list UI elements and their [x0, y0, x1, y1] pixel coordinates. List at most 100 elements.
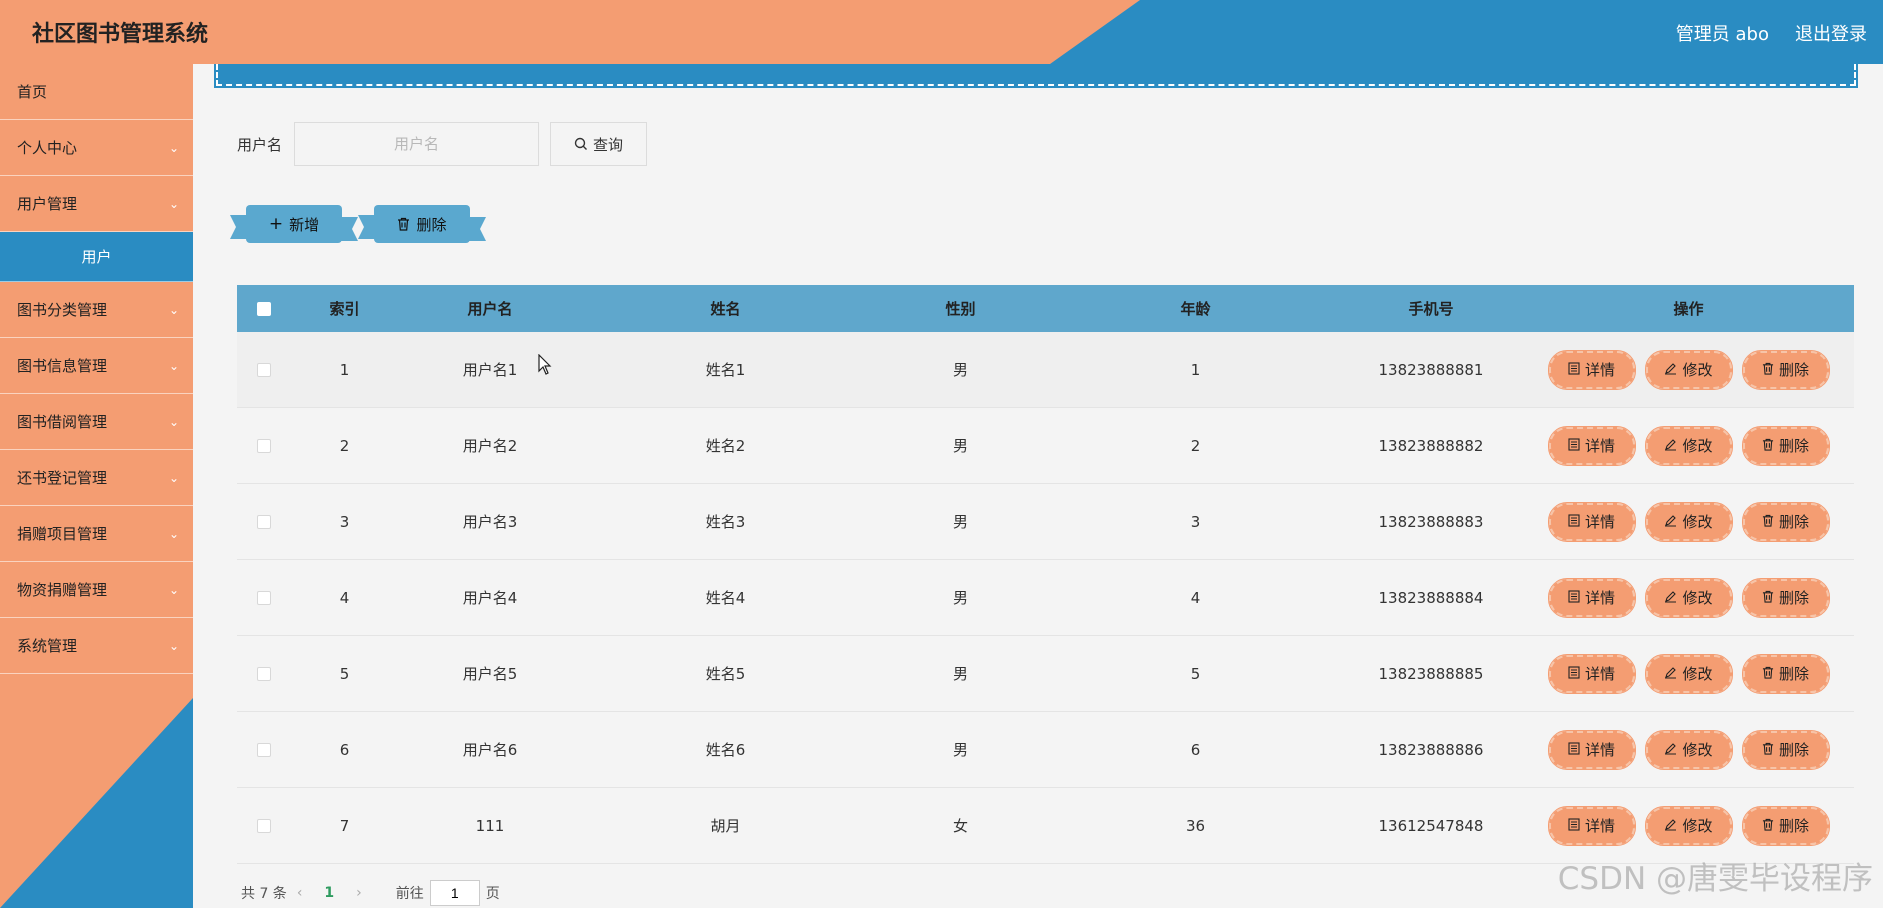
detail-button[interactable]: 详情 — [1547, 653, 1636, 694]
plus-icon: + — [268, 214, 284, 234]
sidebar-item[interactable]: 用户管理 ⌄ — [0, 176, 193, 232]
sidebar-item[interactable]: 物资捐赠管理 ⌄ — [0, 562, 193, 618]
detail-label: 详情 — [1584, 361, 1615, 379]
sidebar-item-label: 首页 — [17, 83, 48, 101]
cell-ops: 详情 修改 删除 — [1523, 501, 1854, 542]
trash-icon — [1762, 437, 1774, 455]
edit-button[interactable]: 修改 — [1644, 729, 1733, 770]
sidebar-item[interactable]: 图书分类管理 ⌄ — [0, 282, 193, 338]
logout-link[interactable]: 退出登录 — [1795, 20, 1867, 46]
row-checkbox[interactable] — [257, 362, 271, 377]
sidebar-item[interactable]: 捐赠项目管理 ⌄ — [0, 506, 193, 562]
batch-delete-button[interactable]: 删除 — [374, 205, 470, 243]
delete-label: 删除 — [1778, 513, 1809, 531]
edit-button[interactable]: 修改 — [1644, 805, 1733, 846]
trash-icon — [398, 217, 410, 231]
next-page-icon[interactable]: › — [356, 885, 362, 901]
table-row: 5 用户名5 姓名5 男 5 13823888885 详情 修改 删除 — [237, 636, 1854, 712]
table-row: 1 用户名1 姓名1 男 1 13823888881 详情 修改 删除 — [237, 332, 1854, 408]
cell-username: 用户名1 — [462, 361, 518, 379]
cell-phone: 13823888885 — [1378, 664, 1484, 683]
delete-button[interactable]: 删除 — [1741, 729, 1830, 770]
row-checkbox[interactable] — [257, 514, 271, 529]
row-checkbox[interactable] — [257, 818, 271, 833]
cell-index: 1 — [339, 360, 350, 379]
trash-icon — [1762, 513, 1774, 531]
pencil-icon — [1664, 361, 1677, 379]
delete-button[interactable]: 删除 — [1741, 349, 1830, 390]
edit-label: 修改 — [1682, 437, 1713, 455]
cell-name: 姓名5 — [705, 665, 746, 683]
row-checkbox[interactable] — [257, 438, 271, 453]
detail-button[interactable]: 详情 — [1547, 425, 1636, 466]
sidebar: 首页 个人中心 ⌄ 用户管理 ⌄ 用户 图书分类管理 ⌄ 图书信息管理 ⌄ 图书借阅管理 ⌄ 还书登记管… — [0, 64, 193, 908]
sidebar-item-label: 用户管理 — [17, 195, 78, 213]
edit-label: 修改 — [1682, 513, 1713, 531]
edit-button[interactable]: 修改 — [1644, 349, 1733, 390]
detail-label: 详情 — [1584, 817, 1615, 835]
cell-gender: 女 — [952, 817, 968, 835]
detail-button[interactable]: 详情 — [1547, 501, 1636, 542]
detail-button[interactable]: 详情 — [1547, 349, 1636, 390]
cell-index: 3 — [339, 512, 350, 531]
admin-user-label[interactable]: 管理员 abo — [1676, 20, 1769, 46]
delete-label: 删除 — [1778, 665, 1809, 683]
detail-button[interactable]: 详情 — [1547, 805, 1636, 846]
sidebar-item-label: 捐赠项目管理 — [17, 525, 108, 543]
search-label: 用户名 — [237, 135, 283, 154]
header-username: 用户名 — [467, 300, 513, 318]
search-icon — [574, 137, 587, 150]
edit-button[interactable]: 修改 — [1644, 501, 1733, 542]
row-checkbox[interactable] — [257, 590, 271, 605]
query-button-label: 查询 — [593, 135, 624, 154]
cell-ops: 详情 修改 删除 — [1523, 577, 1854, 618]
trash-icon — [1762, 741, 1774, 759]
header-gender: 性别 — [945, 300, 976, 318]
delete-button[interactable]: 删除 — [1741, 425, 1830, 466]
chevron-down-icon: ⌄ — [168, 141, 179, 155]
query-button[interactable]: 查询 — [550, 122, 648, 166]
detail-label: 详情 — [1584, 513, 1615, 531]
sidebar-item[interactable]: 图书信息管理 ⌄ — [0, 338, 193, 394]
detail-button[interactable]: 详情 — [1547, 729, 1636, 770]
delete-button[interactable]: 删除 — [1741, 501, 1830, 542]
sidebar-item[interactable]: 首页 — [0, 64, 193, 120]
sidebar-item[interactable]: 还书登记管理 ⌄ — [0, 450, 193, 506]
document-icon — [1568, 361, 1580, 379]
delete-button[interactable]: 删除 — [1741, 653, 1830, 694]
select-all-checkbox[interactable] — [257, 301, 271, 316]
current-page[interactable]: 1 — [324, 885, 334, 901]
edit-button[interactable]: 修改 — [1644, 577, 1733, 618]
sidebar-item[interactable]: 个人中心 ⌄ — [0, 120, 193, 176]
chevron-down-icon: ⌄ — [168, 303, 179, 317]
sidebar-item[interactable]: 系统管理 ⌄ — [0, 618, 193, 674]
delete-button[interactable]: 删除 — [1741, 577, 1830, 618]
cell-phone: 13823888886 — [1378, 740, 1484, 759]
delete-label: 删除 — [1778, 741, 1809, 759]
header-user-area: 管理员 abo 退出登录 — [1676, 20, 1867, 46]
cell-gender: 男 — [952, 665, 968, 683]
cell-name: 姓名4 — [705, 589, 746, 607]
edit-button[interactable]: 修改 — [1644, 425, 1733, 466]
goto-page-input[interactable] — [429, 880, 480, 906]
delete-label: 删除 — [1778, 589, 1809, 607]
cell-gender: 男 — [952, 513, 968, 531]
header-age: 年龄 — [1180, 300, 1211, 318]
sidebar-menu: 首页 个人中心 ⌄ 用户管理 ⌄ 用户 图书分类管理 ⌄ 图书信息管理 ⌄ 图书借阅管理 ⌄ 还书登记管… — [0, 64, 193, 674]
username-search-input[interactable] — [294, 122, 540, 166]
pagination: 共 7 条 ‹ 1 › 前往 页 — [241, 880, 500, 906]
prev-page-icon[interactable]: ‹ — [297, 885, 303, 901]
row-checkbox[interactable] — [257, 666, 271, 681]
row-checkbox[interactable] — [257, 742, 271, 757]
cell-index: 6 — [339, 740, 350, 759]
chevron-down-icon: ⌄ — [168, 639, 179, 653]
sidebar-item[interactable]: 图书借阅管理 ⌄ — [0, 394, 193, 450]
add-button[interactable]: + 新增 — [246, 205, 342, 243]
pencil-icon — [1664, 589, 1677, 607]
delete-button[interactable]: 删除 — [1741, 805, 1830, 846]
cell-name: 姓名1 — [705, 361, 746, 379]
edit-button[interactable]: 修改 — [1644, 653, 1733, 694]
sidebar-subitem-user[interactable]: 用户 — [0, 232, 193, 282]
cell-name: 姓名3 — [705, 513, 746, 531]
detail-button[interactable]: 详情 — [1547, 577, 1636, 618]
